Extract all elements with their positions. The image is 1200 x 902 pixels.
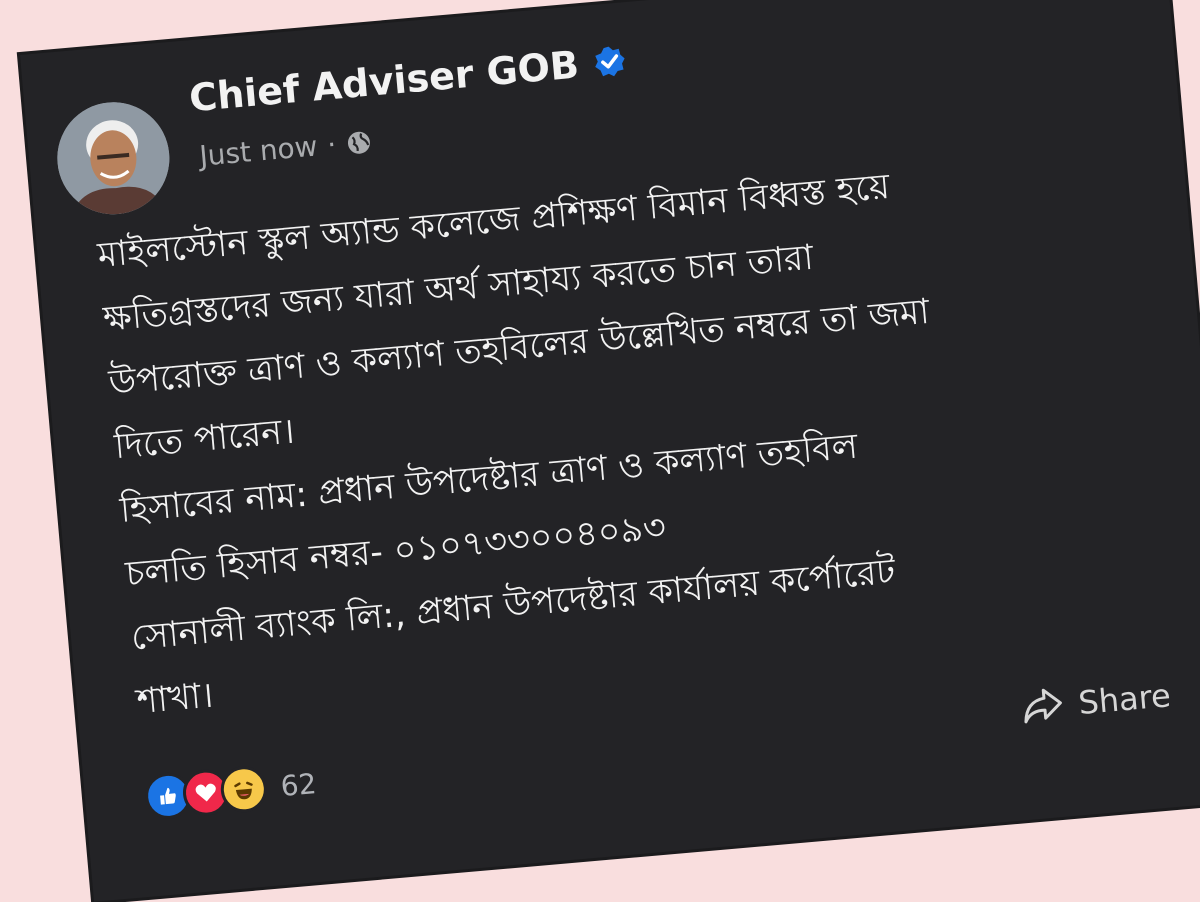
avatar[interactable] bbox=[52, 97, 175, 219]
globe-icon bbox=[348, 131, 371, 154]
share-label[interactable]: Share bbox=[1077, 676, 1172, 722]
author-name[interactable]: Chief Adviser GOB bbox=[188, 42, 581, 120]
verified-badge-icon bbox=[594, 46, 625, 77]
post-author[interactable]: Chief Adviser GOB bbox=[188, 38, 629, 120]
facebook-post-card: Chief Adviser GOB Just now · মাইলস্টোন স… bbox=[20, 0, 1200, 902]
post-meta: Just now · bbox=[198, 125, 373, 173]
post-body: মাইলস্টোন স্কুল অ্যান্ড কলেজে প্রশিক্ষণ … bbox=[95, 135, 1156, 734]
meta-separator: · bbox=[325, 127, 338, 162]
haha-reaction-icon bbox=[218, 764, 269, 815]
reaction-summary[interactable]: 62 bbox=[143, 760, 318, 821]
share-icon bbox=[1024, 688, 1062, 724]
reaction-count: 62 bbox=[279, 766, 318, 803]
share-button[interactable]: Share bbox=[1019, 675, 1172, 728]
post-timestamp[interactable]: Just now bbox=[198, 129, 319, 172]
